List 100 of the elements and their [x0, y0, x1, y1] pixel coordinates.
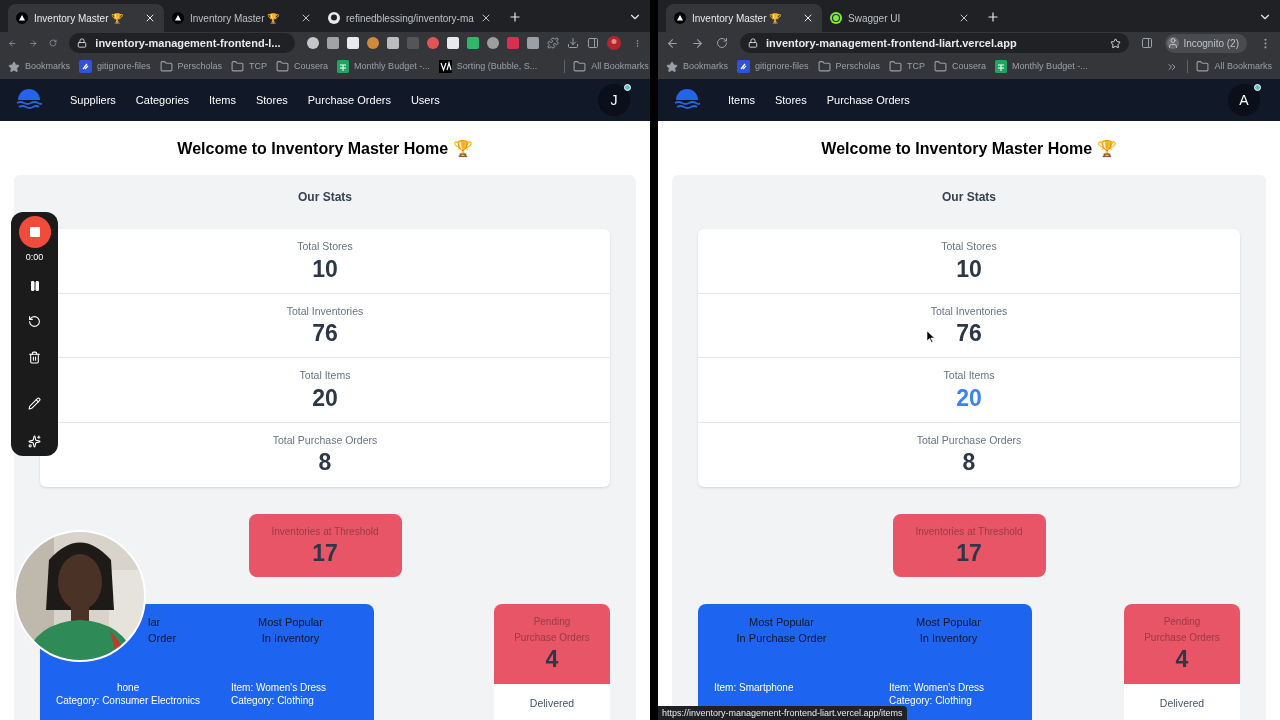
bookmark-item[interactable]: Sorting (Bubble, S...: [438, 59, 538, 74]
nav-link[interactable]: Purchase Orders: [307, 91, 391, 109]
url-text: inventory-management-frontend-l...: [95, 35, 281, 51]
card-label: Pending: [533, 615, 571, 629]
pencil-icon[interactable]: [28, 396, 41, 410]
bookmark-star-icon[interactable]: [1110, 37, 1122, 49]
recording-time: 0:00: [25, 251, 44, 264]
browser-tab[interactable]: Inventory Master 🏆: [666, 4, 822, 32]
extension-icon[interactable]: [307, 37, 320, 49]
page-heading: Welcome to Inventory Master Home 🏆: [821, 139, 1117, 159]
section-title: Our Stats: [942, 189, 996, 206]
nav-link[interactable]: Stores: [255, 91, 288, 109]
new-tab-icon[interactable]: [507, 10, 522, 24]
wave-logo-icon[interactable]: [674, 89, 700, 111]
tab-title: Inventory Master 🏆: [190, 11, 281, 26]
delete-icon[interactable]: [28, 350, 41, 364]
folder-icon: [573, 60, 587, 73]
tab-title: Inventory Master 🏆: [692, 11, 783, 26]
folder-icon: [231, 60, 245, 73]
extension-icon[interactable]: [487, 37, 500, 49]
bookmark-item[interactable]: Monthly Budget -...: [995, 59, 1088, 74]
user-avatar[interactable]: A: [1228, 84, 1260, 116]
close-icon[interactable]: [300, 12, 312, 24]
triangle-logo-icon: [16, 12, 28, 24]
stat-label: Total Purchase Orders: [916, 432, 1022, 448]
card-title: Most Popular: [258, 615, 323, 630]
folder-icon: [934, 60, 948, 73]
stop-icon: [29, 227, 40, 237]
bookmark-item[interactable]: gitignore-files: [737, 59, 809, 74]
nav-link[interactable]: Users: [410, 91, 440, 109]
incognito-icon: [1167, 37, 1180, 49]
reload-icon[interactable]: [716, 37, 728, 49]
extension-icon[interactable]: [527, 37, 540, 49]
card-title: Order: [148, 631, 177, 646]
swagger-logo-icon: [830, 12, 842, 24]
wave-logo-icon[interactable]: [16, 89, 42, 111]
card-label: Inventories at Threshold: [915, 525, 1023, 539]
stop-button[interactable]: [18, 216, 51, 248]
app-icon: [79, 60, 92, 73]
bookmark-item[interactable]: Cousera: [276, 59, 329, 74]
restart-icon[interactable]: [28, 314, 41, 328]
back-icon[interactable]: [666, 36, 679, 50]
forward-icon[interactable]: [691, 36, 704, 50]
status-url: https://inventory-management-frontend-liart.vercel.app/items: [658, 706, 907, 720]
incognito-chip[interactable]: Incognito (2): [1165, 33, 1247, 53]
extension-icon[interactable]: [387, 37, 400, 49]
bookmark-item[interactable]: TCP: [231, 59, 268, 74]
nav-link[interactable]: Items: [728, 91, 755, 109]
close-icon[interactable]: [958, 12, 970, 24]
bookmark-item[interactable]: TCP: [889, 59, 926, 74]
triangle-logo-icon: [674, 12, 686, 24]
stat-label: Total Items: [299, 368, 351, 383]
browser-tab[interactable]: Inventory Master 🏆: [8, 4, 164, 32]
extension-icon[interactable]: [347, 37, 360, 49]
extensions-icon[interactable]: [547, 37, 560, 49]
side-panel-icon[interactable]: [1141, 37, 1154, 49]
bookmark-item[interactable]: Bookmarks: [8, 59, 70, 74]
nav-link[interactable]: Stores: [774, 91, 807, 109]
stat-label: Total Stores: [941, 239, 997, 254]
nav-link[interactable]: Items: [209, 91, 236, 109]
lock-icon: [77, 38, 88, 48]
bookmark-item[interactable]: Monthly Budget -...: [337, 59, 430, 74]
card-title: lar: [148, 615, 161, 630]
download-icon[interactable]: [567, 37, 580, 49]
nav-link[interactable]: Suppliers: [70, 91, 116, 109]
extension-icon[interactable]: [327, 37, 340, 49]
folder-icon: [817, 60, 831, 73]
stat-label: Total Inventories: [286, 303, 364, 319]
nav-link[interactable]: Categories: [135, 91, 190, 109]
bookmark-item[interactable]: gitignore-files: [79, 59, 151, 74]
item-text: Item: Smartphone: [714, 681, 795, 694]
bookmark-item[interactable]: All Bookmarks: [1187, 59, 1272, 74]
close-icon[interactable]: [144, 12, 156, 24]
extension-icon[interactable]: [447, 37, 460, 49]
bookmark-item[interactable]: Perscholas: [159, 59, 223, 74]
address-bar[interactable]: inventory-management-frontend-liart.vercel.app: [740, 33, 1130, 53]
extension-icon[interactable]: [467, 37, 480, 49]
pause-icon[interactable]: [28, 279, 41, 292]
nav-link[interactable]: Purchase Orders: [826, 91, 910, 109]
close-icon[interactable]: [802, 12, 814, 24]
side-panel-icon[interactable]: [587, 37, 600, 49]
bookmark-item[interactable]: Perscholas: [817, 59, 881, 74]
sparkle-icon[interactable]: [28, 434, 41, 448]
extension-icon[interactable]: [367, 37, 380, 49]
folder-icon: [159, 60, 173, 73]
tab-title: refinedblessing/inventory-ma: [346, 11, 474, 26]
user-avatar[interactable]: J: [598, 84, 630, 116]
new-tab-icon[interactable]: [986, 10, 1000, 24]
page-heading: Welcome to Inventory Master Home 🏆: [177, 139, 473, 159]
address-bar[interactable]: inventory-management-frontend-l...: [69, 33, 296, 53]
star-icon: [666, 60, 678, 73]
logo-icon: [438, 60, 452, 73]
profile-avatar-icon[interactable]: [607, 36, 622, 50]
bookmark-item[interactable]: Bookmarks: [666, 59, 728, 74]
tab-title: Inventory Master 🏆: [34, 11, 125, 26]
bookmark-item[interactable]: All Bookmarks: [564, 59, 649, 74]
stat-value: 20: [956, 383, 982, 412]
reload-icon[interactable]: [49, 37, 58, 49]
bookmark-item[interactable]: Cousera: [934, 59, 987, 74]
spreadsheet-icon: [995, 60, 1008, 73]
